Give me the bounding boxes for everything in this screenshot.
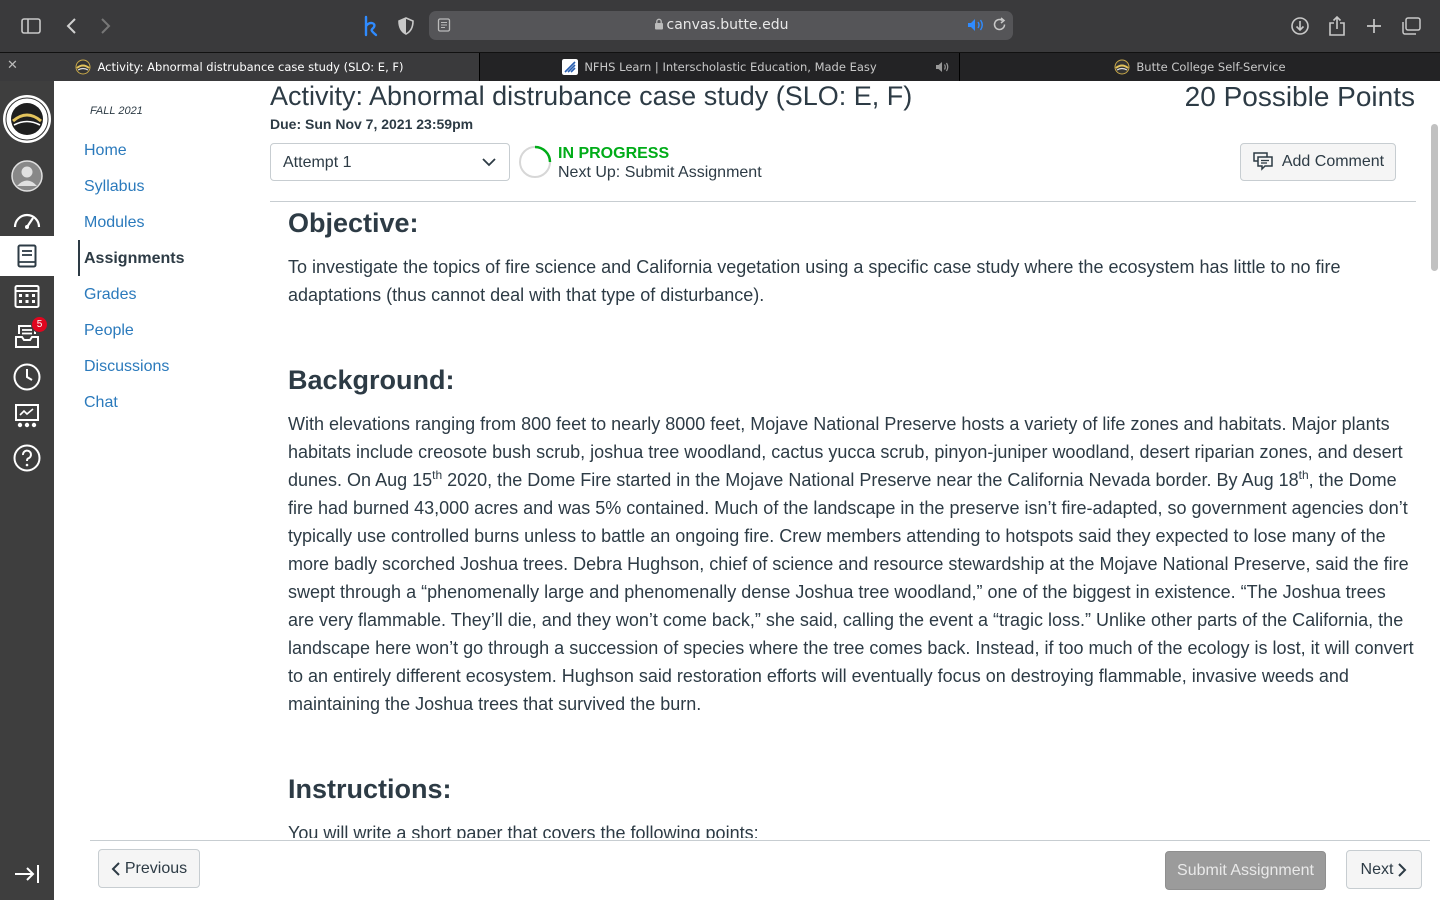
tab-label: Butte College Self-Service bbox=[1136, 60, 1286, 74]
background-heading: Background: bbox=[288, 365, 455, 395]
course-nav-assignments[interactable]: Assignments bbox=[84, 250, 184, 268]
expand-arrow-icon bbox=[15, 865, 39, 883]
comment-icon bbox=[1253, 152, 1273, 171]
objective-text: To investigate the topics of fire scienc… bbox=[288, 257, 1341, 305]
due-date: Due: Sun Nov 7, 2021 23:59pm bbox=[270, 116, 474, 132]
course-nav-syllabus[interactable]: Syllabus bbox=[84, 178, 144, 196]
previous-label: Previous bbox=[124, 859, 188, 877]
attempt-select-value: Attempt 1 bbox=[283, 154, 352, 171]
new-tab-icon[interactable] bbox=[1360, 12, 1388, 40]
courses-book-icon bbox=[17, 244, 37, 268]
course-nav: FALL 2021 Home Syllabus Modules Assignme… bbox=[54, 81, 254, 841]
inbox-unread-badge: 5 bbox=[31, 316, 48, 333]
tab-overview-icon[interactable] bbox=[1397, 12, 1425, 40]
background-text-part: 2020, the Dome Fire started in the Mojav… bbox=[442, 470, 1299, 490]
course-nav-home[interactable]: Home bbox=[84, 142, 127, 160]
course-nav-grades[interactable]: Grades bbox=[84, 286, 136, 304]
instructions-text: You will write a short paper that covers… bbox=[288, 823, 759, 838]
add-comment-label: Add Comment bbox=[1281, 153, 1385, 170]
tab-bar: ✕ Activity: Abnormal distrubance case st… bbox=[0, 52, 1440, 81]
extension-icon[interactable] bbox=[357, 12, 385, 40]
course-term: FALL 2021 bbox=[90, 105, 143, 117]
footer-divider bbox=[90, 840, 1430, 841]
ordinal-suffix: th bbox=[1298, 468, 1309, 482]
page-scrollbar[interactable] bbox=[1431, 124, 1438, 271]
studio-presentation-icon bbox=[15, 404, 39, 428]
url-display: canvas.butte.edu bbox=[429, 17, 1013, 33]
attempt-select[interactable]: Attempt 1 bbox=[270, 143, 510, 181]
audio-playing-icon[interactable] bbox=[967, 18, 985, 37]
lock-icon bbox=[654, 18, 663, 30]
account-avatar-icon bbox=[11, 160, 43, 192]
background-text: With elevations ranging from 800 feet to… bbox=[288, 410, 1416, 718]
next-label: Next bbox=[1360, 860, 1394, 878]
dashboard-nav-item[interactable] bbox=[0, 199, 54, 239]
tab-activity[interactable]: ✕ Activity: Abnormal distrubance case st… bbox=[0, 53, 479, 81]
downloads-icon[interactable] bbox=[1286, 12, 1314, 40]
submit-assignment-button[interactable]: Submit Assignment bbox=[1165, 851, 1326, 890]
share-icon[interactable] bbox=[1323, 12, 1351, 40]
dashboard-gauge-icon bbox=[13, 213, 41, 229]
studio-nav-item[interactable] bbox=[0, 397, 54, 437]
tab-label: Activity: Abnormal distrubance case stud… bbox=[97, 60, 404, 74]
history-nav-item[interactable] bbox=[0, 357, 54, 397]
next-button[interactable]: Next bbox=[1346, 850, 1422, 889]
url-text: canvas.butte.edu bbox=[666, 17, 789, 33]
sidebar-toggle-icon[interactable] bbox=[17, 12, 45, 40]
progress-ring-icon bbox=[519, 145, 552, 178]
status-next-up: Next Up: Submit Assignment bbox=[558, 164, 762, 181]
calendar-icon bbox=[14, 285, 40, 308]
status-in-progress: IN PROGRESS bbox=[558, 145, 670, 162]
collapse-nav-button[interactable] bbox=[0, 854, 54, 894]
tab-self-service[interactable]: Butte College Self-Service bbox=[960, 53, 1440, 81]
instructions-heading: Instructions: bbox=[288, 774, 452, 804]
nfhs-favicon-icon bbox=[562, 59, 579, 75]
objective-heading: Objective: bbox=[288, 208, 419, 238]
submit-label: Submit Assignment bbox=[1177, 861, 1314, 879]
courses-nav-item[interactable] bbox=[0, 236, 54, 276]
privacy-shield-icon[interactable] bbox=[392, 12, 420, 40]
possible-points: 20 Possible Points bbox=[1184, 81, 1415, 112]
butte-college-favicon-icon bbox=[75, 59, 91, 75]
course-nav-modules[interactable]: Modules bbox=[84, 214, 144, 232]
chevron-right-icon bbox=[1398, 862, 1407, 877]
reload-icon[interactable] bbox=[992, 17, 1007, 37]
history-clock-icon bbox=[13, 363, 41, 391]
butte-college-seal-icon bbox=[3, 95, 51, 143]
assignment-title: Activity: Abnormal distrubance case stud… bbox=[270, 81, 913, 111]
help-question-icon bbox=[13, 444, 41, 472]
inbox-nav-item[interactable]: 5 bbox=[0, 316, 54, 356]
forward-icon[interactable] bbox=[92, 12, 120, 40]
course-nav-people[interactable]: People bbox=[84, 322, 134, 340]
speaker-icon[interactable] bbox=[935, 61, 951, 73]
help-nav-item[interactable] bbox=[0, 438, 54, 478]
add-comment-button[interactable]: Add Comment bbox=[1240, 143, 1396, 181]
course-nav-chat[interactable]: Chat bbox=[84, 394, 118, 412]
background-text-part: , the Dome fire had burned 43,000 acres … bbox=[288, 470, 1414, 714]
chevron-left-icon bbox=[111, 861, 120, 876]
tab-label: NFHS Learn | Interscholastic Education, … bbox=[584, 60, 877, 74]
assignment-description: Objective: To investigate the topics of … bbox=[288, 202, 1418, 838]
tab-nfhs[interactable]: NFHS Learn | Interscholastic Education, … bbox=[480, 53, 959, 81]
back-icon[interactable] bbox=[57, 12, 85, 40]
browser-toolbar: canvas.butte.edu bbox=[0, 0, 1440, 52]
previous-button[interactable]: Previous bbox=[98, 849, 200, 888]
butte-college-favicon-icon bbox=[1114, 59, 1130, 75]
address-bar[interactable]: canvas.butte.edu bbox=[429, 11, 1013, 40]
account-nav-item[interactable] bbox=[0, 156, 54, 196]
college-logo[interactable] bbox=[0, 93, 54, 145]
chevron-down-icon bbox=[482, 158, 496, 167]
calendar-nav-item[interactable] bbox=[0, 276, 54, 316]
close-tab-icon[interactable]: ✕ bbox=[7, 58, 18, 73]
global-nav: 5 bbox=[0, 81, 54, 900]
ordinal-suffix: th bbox=[432, 468, 443, 482]
active-indicator bbox=[78, 240, 80, 276]
course-nav-discussions[interactable]: Discussions bbox=[84, 358, 169, 376]
